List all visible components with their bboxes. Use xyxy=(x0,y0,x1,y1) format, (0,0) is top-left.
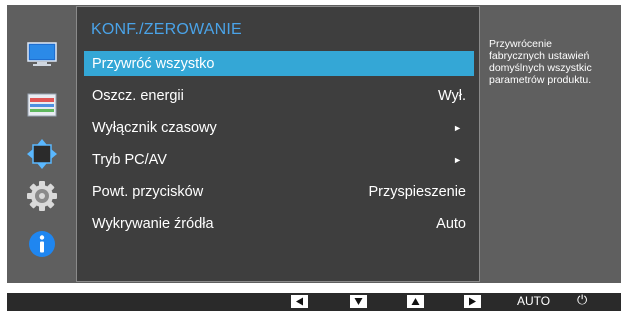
menu-item-value: Wył. xyxy=(437,87,466,104)
menu-item-label: Oszcz. energii xyxy=(92,87,184,104)
submenu-arrow-icon: ► xyxy=(453,122,462,133)
menu-item-eco-saving[interactable]: Oszcz. energii Wył. xyxy=(84,83,474,108)
menu-item-label: Tryb PC/AV xyxy=(92,151,167,168)
right-arrow-icon xyxy=(469,297,476,306)
down-arrow-button[interactable] xyxy=(350,295,367,308)
help-line: fabrycznych ustawień xyxy=(489,50,590,62)
menu-item-value: Przyspieszenie xyxy=(368,183,466,200)
menu-panel: KONF./ZEROWANIE Przywróć wszystko Oszcz.… xyxy=(76,6,480,282)
menu-item-pc-av-mode[interactable]: Tryb PC/AV ► xyxy=(84,147,474,172)
submenu-arrow-icon: ► xyxy=(453,154,462,165)
up-arrow-button[interactable] xyxy=(407,295,424,308)
resize-arrows-icon[interactable] xyxy=(25,137,59,171)
left-arrow-icon xyxy=(296,297,303,306)
menu-item-key-repeat[interactable]: Powt. przycisków Przyspieszenie xyxy=(84,179,474,204)
help-description: Przywrócenie fabrycznych ustawień domyśl… xyxy=(489,38,621,86)
up-arrow-icon xyxy=(411,298,420,305)
monitor-icon[interactable] xyxy=(25,38,59,72)
help-line: parametrów produktu. xyxy=(489,74,592,86)
gear-icon[interactable] xyxy=(25,179,59,213)
down-arrow-icon xyxy=(354,298,363,305)
menu-item-label: Wyłącznik czasowy xyxy=(92,119,217,136)
info-icon[interactable] xyxy=(25,227,59,261)
help-line: Przywrócenie xyxy=(489,38,553,50)
right-arrow-button[interactable] xyxy=(464,295,481,308)
menu-title: KONF./ZEROWANIE xyxy=(91,21,242,38)
left-arrow-button[interactable] xyxy=(291,295,308,308)
menu-item-label: Powt. przycisków xyxy=(92,183,204,200)
color-bars-icon[interactable] xyxy=(25,88,59,122)
menu-item-off-timer[interactable]: Wyłącznik czasowy ► xyxy=(84,115,474,140)
button-guide-bar: AUTO ⏻ xyxy=(7,293,621,311)
menu-item-reset-all[interactable]: Przywróć wszystko xyxy=(84,51,474,76)
menu-item-label: Przywróć wszystko xyxy=(92,55,215,72)
menu-item-source-detection[interactable]: Wykrywanie źródła Auto xyxy=(84,211,474,236)
sidebar xyxy=(7,5,75,283)
help-line: domyślnych wszystkic xyxy=(489,62,592,74)
power-icon[interactable]: ⏻ xyxy=(577,293,587,308)
auto-button[interactable]: AUTO xyxy=(517,294,550,308)
menu-item-label: Wykrywanie źródła xyxy=(92,215,214,232)
menu-item-value: Auto xyxy=(436,215,466,232)
